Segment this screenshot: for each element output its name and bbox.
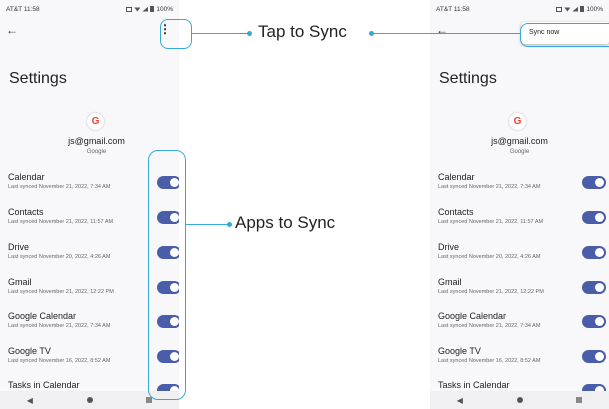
battery-level: 100% [156,5,173,13]
wifi-icon [134,7,141,12]
sync-item-gmail[interactable]: Gmail Last synced November 21, 2022, 12:… [8,277,114,296]
tap-to-sync-line-right [372,33,520,35]
nav-recents-icon[interactable] [576,397,583,403]
sync-item-tasks-in-calendar[interactable]: Tasks in Calendar [8,380,80,391]
toggle-google-calendar[interactable] [582,315,606,328]
gallery-icon [556,6,563,12]
sync-item-google-tv[interactable]: Google TV Last synced November 16, 2022,… [438,346,540,365]
sync-item-drive[interactable]: Drive Last synced November 20, 2022, 4:2… [438,242,540,261]
nav-home-icon[interactable] [86,397,93,403]
nav-back-icon[interactable]: ◀ [457,396,463,405]
sync-item-calendar[interactable]: Calendar Last synced November 21, 2022, … [438,172,540,191]
carrier-time: AT&T 11:58 [436,5,470,13]
phone-screen-right: AT&T 11:58 100% ← Sync now Settings G js… [430,0,609,409]
sync-item-calendar[interactable]: Calendar Last synced November 21, 2022, … [8,172,110,191]
sync-item-gmail[interactable]: Gmail Last synced November 21, 2022, 12:… [438,277,544,296]
sync-item-tasks-in-calendar[interactable]: Tasks in Calendar [438,380,510,391]
tap-to-sync-line-left [192,33,250,35]
signal-icon [572,6,579,12]
signal-icon [142,6,149,12]
sync-item-google-calendar[interactable]: Google Calendar Last synced November 21,… [8,311,110,330]
gallery-icon [126,6,133,12]
sync-now-highlight [520,23,609,47]
battery-level: 100% [586,5,603,13]
page-title: Settings [439,70,497,87]
nav-home-icon[interactable] [516,397,523,403]
back-arrow-icon[interactable]: ← [6,23,18,37]
page-title: Settings [9,70,67,87]
toggle-contacts[interactable] [582,211,606,224]
toggles-highlight [148,150,186,400]
tap-to-sync-label: Tap to Sync [258,22,347,41]
status-bar: AT&T 11:58 100% [430,0,609,18]
sync-item-contacts[interactable]: Contacts Last synced November 21, 2022, … [438,207,543,226]
toggle-calendar[interactable] [582,176,606,189]
sync-item-google-tv[interactable]: Google TV Last synced November 16, 2022,… [8,346,110,365]
sync-item-contacts[interactable]: Contacts Last synced November 21, 2022, … [8,207,113,226]
toggle-drive[interactable] [582,246,606,259]
apps-to-sync-line [186,224,230,226]
google-logo-icon: G [87,113,104,130]
toggle-gmail[interactable] [582,281,606,294]
battery-icon [150,6,155,12]
more-menu-highlight [160,19,192,49]
sync-item-drive[interactable]: Drive Last synced November 20, 2022, 4:2… [8,242,110,261]
status-bar: AT&T 11:58 100% [0,0,179,18]
google-logo-icon: G [509,113,526,130]
account-provider: Google [509,149,530,155]
battery-icon [580,6,585,12]
account-email: js@gmail.com [68,136,125,146]
nav-back-icon[interactable]: ◀ [27,396,33,405]
account-email: js@gmail.com [491,136,548,146]
nav-bar: ◀ [430,391,609,409]
sync-item-google-calendar[interactable]: Google Calendar Last synced November 21,… [438,311,540,330]
back-arrow-icon[interactable]: ← [436,23,448,37]
tap-to-sync-dot-left [247,31,252,36]
toggle-google-tv[interactable] [582,350,606,363]
apps-to-sync-dot [227,222,232,227]
apps-to-sync-label: Apps to Sync [235,213,336,232]
carrier-time: AT&T 11:58 [6,5,40,13]
app-bar: ← ⋮ [0,18,179,44]
wifi-icon [564,7,571,12]
